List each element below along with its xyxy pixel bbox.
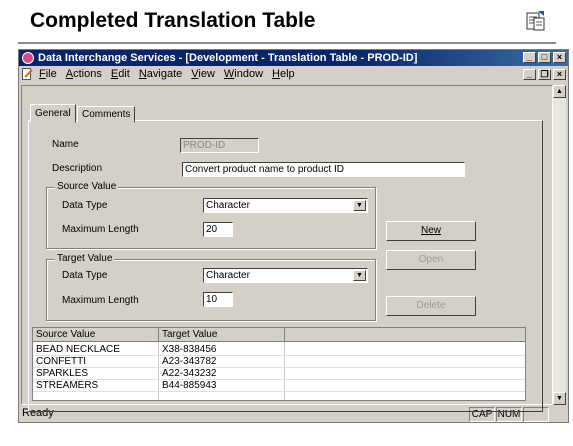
target-cell: B44-885943 — [162, 380, 217, 391]
window-title: Data Interchange Services - [Development… — [38, 52, 418, 64]
name-field: PROD-ID — [180, 138, 259, 153]
target-cell: X38-838456 — [162, 344, 217, 355]
close-button[interactable]: × — [553, 52, 566, 63]
chevron-down-icon[interactable]: ▼ — [353, 200, 366, 211]
source-cell: SPARKLES — [36, 368, 89, 379]
doc-close-button[interactable]: × — [553, 69, 566, 80]
source-cell: CONFETTI — [36, 356, 86, 367]
doc-minimize-button[interactable]: _ — [523, 69, 536, 80]
menu-edit[interactable]: Edit — [111, 66, 130, 83]
target-max-length-label: Maximum Length — [62, 295, 139, 306]
source-max-length-label: Maximum Length — [62, 224, 139, 235]
document-icon[interactable] — [22, 68, 33, 81]
title-divider — [18, 42, 556, 44]
source-value-group-title: Source Value — [55, 181, 119, 192]
source-cell: BEAD NECKLACE — [36, 344, 120, 355]
table-row[interactable]: BEAD NECKLACE X38-838456 — [33, 344, 525, 355]
tab-comments[interactable]: Comments — [77, 106, 136, 123]
window-titlebar[interactable]: Data Interchange Services - [Development… — [19, 50, 568, 66]
menu-file[interactable]: File — [39, 66, 57, 83]
target-data-type-label: Data Type — [62, 270, 108, 281]
menu-help[interactable]: Help — [272, 66, 295, 83]
open-button[interactable]: Open — [386, 250, 476, 270]
table-row[interactable]: SPARKLES A22-343232 — [33, 368, 525, 379]
doc-restore-button[interactable]: ❐ — [538, 69, 551, 80]
menu-navigate[interactable]: Navigate — [139, 66, 182, 83]
menu-actions[interactable]: Actions — [66, 66, 102, 83]
menu-view[interactable]: View — [191, 66, 215, 83]
table-row[interactable]: STREAMERS B44-885943 — [33, 380, 525, 391]
target-max-length-field[interactable]: 10 — [203, 292, 233, 307]
target-data-type-select[interactable]: Character ▼ — [203, 268, 368, 283]
vertical-scrollbar[interactable]: ▲ ▼ — [553, 85, 566, 405]
source-data-type-value: Character — [206, 200, 250, 211]
app-icon — [22, 52, 34, 64]
column-header-source[interactable]: Source Value — [33, 328, 159, 342]
row-divider — [33, 391, 525, 392]
tab-general[interactable]: General — [30, 104, 76, 123]
chevron-down-icon[interactable]: ▼ — [353, 270, 366, 281]
description-field[interactable]: Convert product name to product ID — [182, 162, 465, 177]
table-row[interactable]: CONFETTI A23-343782 — [33, 356, 525, 367]
target-value-group-title: Target Value — [55, 253, 115, 264]
source-max-length-field[interactable]: 20 — [203, 222, 233, 237]
column-header-empty — [285, 328, 525, 342]
target-cell: A23-343782 — [162, 356, 217, 367]
scroll-up-button[interactable]: ▲ — [553, 85, 566, 98]
description-label: Description — [52, 163, 103, 174]
column-header-target[interactable]: Target Value — [159, 328, 285, 342]
new-button-label: New — [420, 225, 441, 236]
document-convert-icon — [526, 11, 545, 31]
maximize-button[interactable]: □ — [538, 52, 551, 63]
translation-table[interactable]: Source Value Target Value BEAD NECKLACE … — [32, 327, 526, 401]
new-button[interactable]: New — [386, 221, 476, 241]
source-data-type-select[interactable]: Character ▼ — [203, 198, 368, 213]
name-label: Name — [52, 139, 79, 150]
target-cell: A22-343232 — [162, 368, 217, 379]
menu-bar: File Actions Edit Navigate View Window H… — [19, 66, 568, 83]
scroll-down-button[interactable]: ▼ — [553, 392, 566, 405]
source-cell: STREAMERS — [36, 380, 99, 391]
slide-title: Completed Translation Table — [30, 9, 316, 32]
source-value-group: Source Value — [46, 181, 376, 249]
menu-window[interactable]: Window — [224, 66, 263, 83]
target-data-type-value: Character — [206, 270, 250, 281]
source-data-type-label: Data Type — [62, 200, 108, 211]
minimize-button[interactable]: _ — [523, 52, 536, 63]
delete-button[interactable]: Delete — [386, 296, 476, 316]
